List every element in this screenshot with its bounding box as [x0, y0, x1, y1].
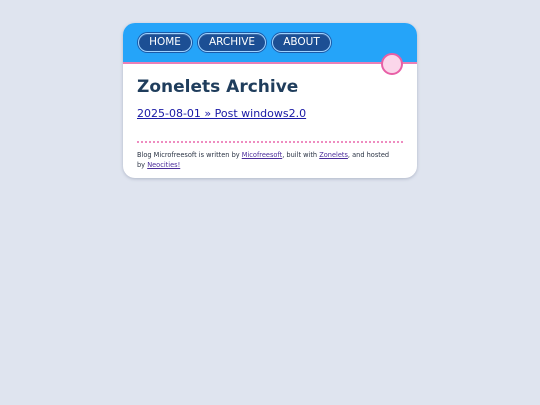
nav-home-button[interactable]: HOME: [138, 33, 192, 52]
page-title: Zonelets Archive: [137, 77, 299, 97]
decorative-circle-icon: [381, 53, 403, 75]
site-footer: Blog Microfreesoft is written by Micofre…: [137, 150, 399, 170]
footer-text: , built with: [282, 151, 320, 159]
site-header: HOME ARCHIVE ABOUT: [123, 23, 417, 64]
zonelets-link[interactable]: Zonelets: [319, 151, 348, 159]
content-card: HOME ARCHIVE ABOUT Zonelets Archive 2025…: [123, 23, 417, 178]
nav-archive-button[interactable]: ARCHIVE: [198, 33, 266, 52]
neocities-link[interactable]: Neocities!: [147, 161, 180, 169]
author-link[interactable]: Micofreesoft: [242, 151, 282, 159]
nav-about-button[interactable]: ABOUT: [272, 33, 331, 52]
post-link[interactable]: 2025-08-01 » Post windows2.0: [137, 107, 306, 120]
dotted-divider: [137, 141, 403, 143]
footer-text: Blog Microfreesoft is written by: [137, 151, 242, 159]
